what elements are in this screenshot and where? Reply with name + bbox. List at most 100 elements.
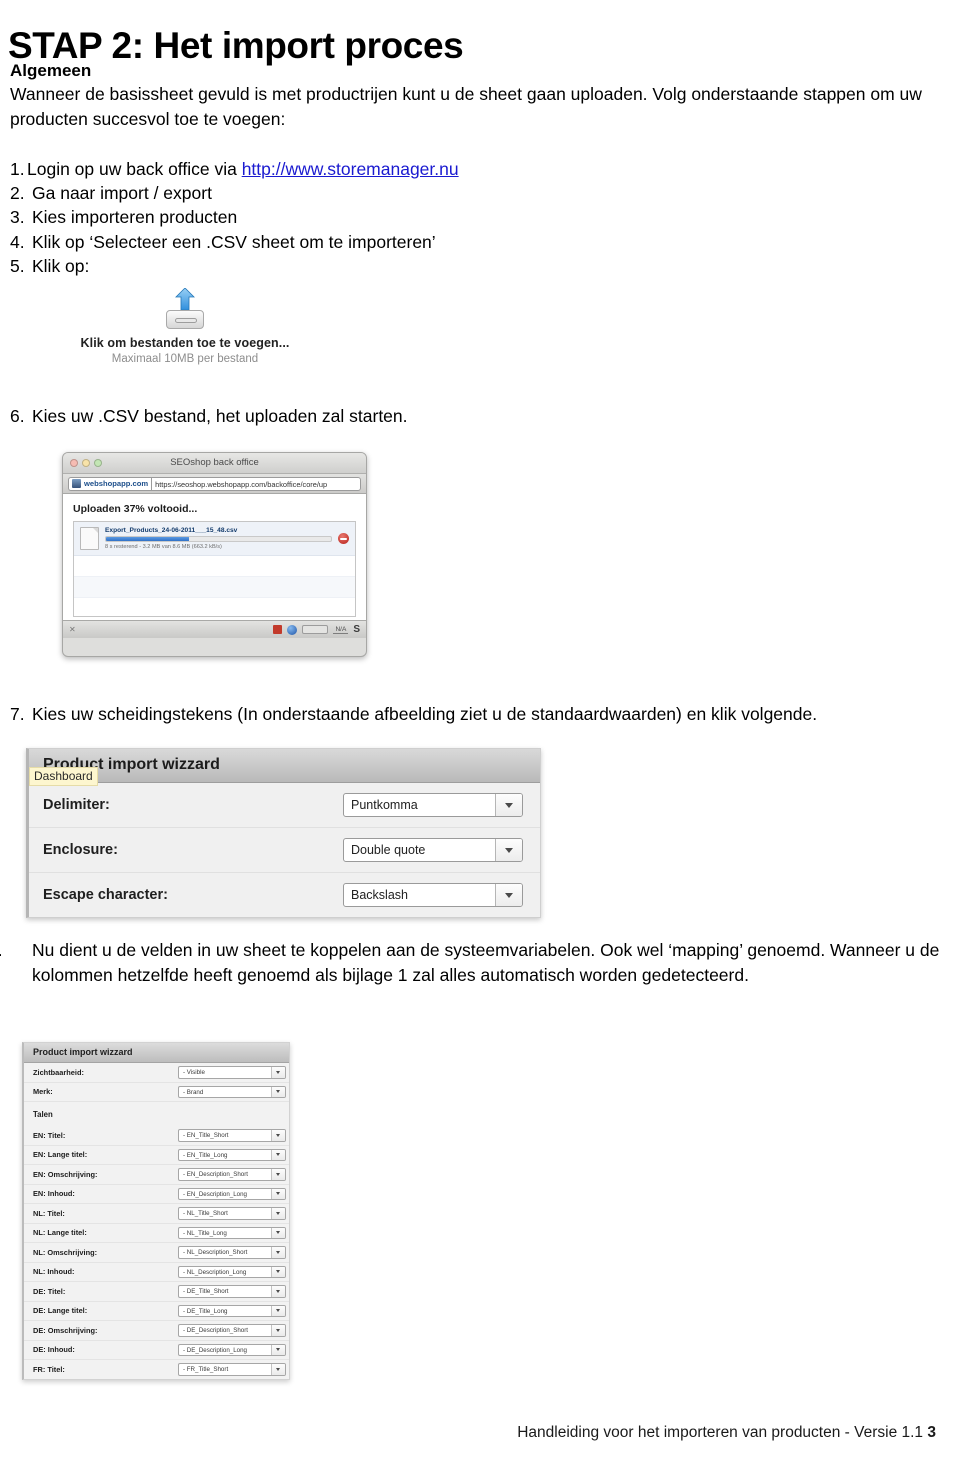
mapping-label: NL: Inhoud: <box>33 1267 75 1277</box>
chevron-down-icon[interactable] <box>271 1266 285 1277</box>
statusbar-close-icon[interactable]: ✕ <box>69 625 76 634</box>
mapping-label: EN: Omschrijving: <box>33 1169 98 1179</box>
step-number: 8. <box>0 938 32 963</box>
url-input[interactable]: https://seoshop.webshopapp.com/backoffic… <box>151 476 361 491</box>
mapping-select[interactable]: - Visible <box>178 1066 286 1079</box>
mapping-label: DE: Titel: <box>33 1286 66 1296</box>
escape-character-value: Backslash <box>351 888 408 902</box>
mapping-select[interactable]: - EN_Title_Long <box>178 1148 286 1161</box>
mapping-label: DE: Omschrijving: <box>33 1325 98 1335</box>
list-empty-row <box>74 556 355 577</box>
step-item-6: 6. Kies uw .CSV bestand, het uploaden zal… <box>10 404 408 429</box>
upload-progress-bar <box>105 536 332 542</box>
chevron-down-icon[interactable] <box>495 884 522 906</box>
chevron-down-icon[interactable] <box>495 839 522 861</box>
mapping-value: - DE_Description_Long <box>183 1346 247 1354</box>
delimiter-select[interactable]: Puntkomma <box>343 793 523 817</box>
footer-text: Handleiding voor het importeren van prod… <box>517 1424 924 1441</box>
step-text: Kies uw .CSV bestand, het uploaden zal s… <box>32 406 408 426</box>
enclosure-label: Enclosure: <box>43 842 118 858</box>
upload-dropzone-figure[interactable]: Klik om bestanden toe te voegen... Maxim… <box>80 288 290 386</box>
chevron-down-icon[interactable] <box>271 1247 285 1258</box>
mapping-select[interactable]: - EN_Title_Short <box>178 1129 286 1142</box>
mapping-label: Zichtbaarheid: <box>33 1067 84 1077</box>
delimiter-label: Delimiter: <box>43 797 110 813</box>
chevron-down-icon[interactable] <box>271 1364 285 1375</box>
browser-upload-screenshot: SEOshop back office webshopapp.com https… <box>62 452 367 657</box>
mapping-select[interactable]: - NL_Title_Short <box>178 1207 286 1220</box>
mapping-label: DE: Inhoud: <box>33 1345 75 1355</box>
upload-progress-heading: Uploaden 37% voltooid... <box>73 503 198 515</box>
step-item-1: 1. Login op uw back office via http://www… <box>10 157 610 181</box>
maximize-icon[interactable] <box>94 459 102 467</box>
wizard-row-delimiter: Delimiter: Puntkomma <box>29 783 540 828</box>
mapping-value: - EN_Title_Short <box>183 1132 229 1139</box>
globe-icon[interactable] <box>287 624 298 635</box>
mapping-row: EN: Titel: - EN_Title_Short <box>24 1126 289 1146</box>
step-item-2: 2. Ga naar import / export <box>10 181 610 205</box>
chevron-down-icon[interactable] <box>271 1305 285 1316</box>
site-identity-badge[interactable]: webshopapp.com <box>68 476 152 491</box>
blue-arrow-up-icon <box>175 288 195 311</box>
chevron-down-icon[interactable] <box>271 1169 285 1180</box>
browser-window-title: SEOshop back office <box>170 457 259 468</box>
mapping-row: Merk: - Brand <box>24 1083 289 1102</box>
mapping-select[interactable]: - DE_Title_Long <box>178 1304 286 1317</box>
tray-slot <box>175 318 197 323</box>
mapping-select[interactable]: - FR_Title_Short <box>178 1363 286 1376</box>
chevron-down-icon[interactable] <box>271 1208 285 1219</box>
dropzone-title: Klik om bestanden toe te voegen... <box>80 336 290 350</box>
upload-file-info: Export_Products_24-06-2011___15_48.csv 8… <box>105 527 332 550</box>
chevron-down-icon[interactable] <box>271 1188 285 1199</box>
browser-urlbar[interactable]: webshopapp.com https://seoshop.webshopap… <box>63 474 366 494</box>
chevron-down-icon[interactable] <box>271 1286 285 1297</box>
mapping-value: - DE_Description_Short <box>183 1327 248 1334</box>
mapping-select[interactable]: - EN_Description_Short <box>178 1168 286 1181</box>
chevron-down-icon[interactable] <box>271 1149 285 1160</box>
chevron-down-icon[interactable] <box>271 1067 285 1078</box>
mapping-select[interactable]: - Brand <box>178 1085 286 1098</box>
zoom-slider[interactable] <box>302 625 329 634</box>
chevron-down-icon[interactable] <box>271 1086 285 1097</box>
mapping-row: EN: Inhoud: - EN_Description_Long <box>24 1185 289 1204</box>
mapping-select[interactable]: - NL_Description_Long <box>178 1265 286 1278</box>
step-number: 2. <box>10 183 25 204</box>
cancel-upload-icon[interactable] <box>338 533 349 544</box>
enclosure-select[interactable]: Double quote <box>343 838 523 862</box>
chevron-down-icon[interactable] <box>271 1130 285 1141</box>
list-empty-row <box>74 577 355 598</box>
chevron-down-icon[interactable] <box>271 1227 285 1238</box>
upload-file-meta: 8 s resterend - 3.2 MB van 8.6 MB (663.2… <box>105 544 222 550</box>
mapping-value: - Visible <box>183 1069 205 1076</box>
mapping-row: NL: Inhoud: - NL_Description_Long <box>24 1263 289 1282</box>
mapping-select[interactable]: - NL_Description_Short <box>178 1246 286 1259</box>
mapping-select[interactable]: - EN_Description_Long <box>178 1187 286 1200</box>
mapping-select[interactable]: - DE_Description_Short <box>178 1324 286 1337</box>
chevron-down-icon[interactable] <box>271 1344 285 1355</box>
mapping-row: Zichtbaarheid: - Visible <box>24 1063 289 1083</box>
mapping-select[interactable]: - DE_Description_Long <box>178 1343 286 1356</box>
wizard-row-escape: Escape character: Backslash <box>29 873 540 917</box>
statusbar-tools: N/A S <box>273 624 360 635</box>
mapping-value: - NL_Description_Long <box>183 1268 247 1276</box>
mapping-label: Talen <box>33 1109 53 1119</box>
mapping-value: - NL_Title_Long <box>183 1229 227 1237</box>
mapping-label: EN: Inhoud: <box>33 1189 75 1199</box>
step-item-4: 4. Klik op ‘Selecteer een .CSV sheet om t… <box>10 230 610 254</box>
escape-character-label: Escape character: <box>43 887 168 903</box>
minimize-icon[interactable] <box>82 459 90 467</box>
mapping-value: - FR_Title_Short <box>183 1366 229 1373</box>
chevron-down-icon[interactable] <box>495 794 522 816</box>
mapping-row: NL: Omschrijving: - NL_Description_Short <box>24 1243 289 1263</box>
upload-file-name: Export_Products_24-06-2011___15_48.csv <box>105 527 238 534</box>
mapping-label: EN: Lange titel: <box>33 1150 88 1160</box>
mapping-select[interactable]: - NL_Title_Long <box>178 1226 286 1239</box>
plugin-icon[interactable] <box>273 625 283 634</box>
mapping-select[interactable]: - DE_Title_Short <box>178 1285 286 1298</box>
close-icon[interactable] <box>70 459 78 467</box>
chevron-down-icon[interactable] <box>271 1325 285 1336</box>
escape-character-select[interactable]: Backslash <box>343 883 523 907</box>
storemanager-link[interactable]: http://www.storemanager.nu <box>242 159 459 179</box>
window-controls[interactable] <box>70 459 102 467</box>
document-page: STAP 2: Het import proces Algemeen Wanne… <box>0 0 960 1467</box>
